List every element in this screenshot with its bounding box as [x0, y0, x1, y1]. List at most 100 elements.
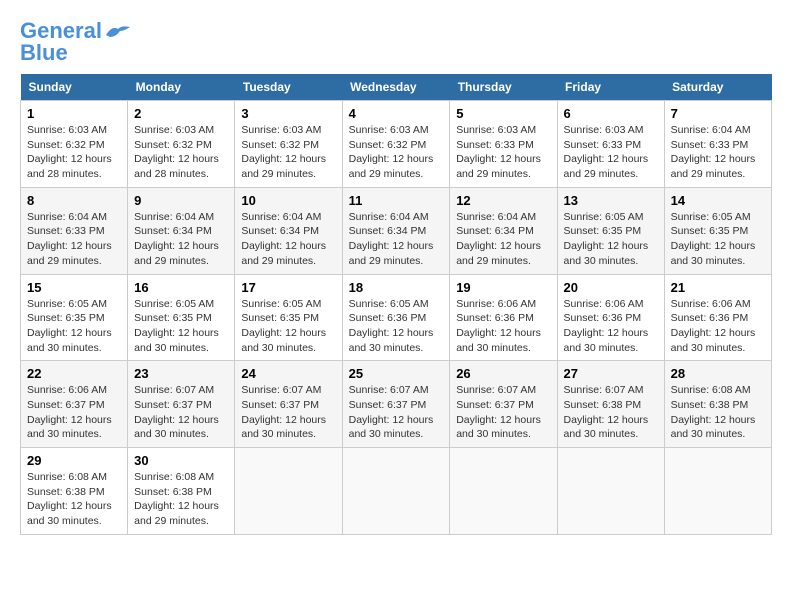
day-info: Sunrise: 6:04 AMSunset: 6:33 PMDaylight:…: [27, 210, 121, 269]
day-number: 23: [134, 366, 228, 381]
calendar-cell: 30 Sunrise: 6:08 AMSunset: 6:38 PMDayligh…: [128, 448, 235, 535]
logo: GeneralBlue: [20, 20, 132, 64]
calendar-cell: [664, 448, 771, 535]
day-number: 27: [564, 366, 658, 381]
day-number: 21: [671, 280, 765, 295]
calendar-cell: 24 Sunrise: 6:07 AMSunset: 6:37 PMDayligh…: [235, 361, 342, 448]
calendar-cell: 6Sunrise: 6:03 AMSunset: 6:33 PMDaylight…: [557, 101, 664, 188]
day-info: Sunrise: 6:05 AMSunset: 6:35 PMDaylight:…: [564, 210, 658, 269]
day-number: 22: [27, 366, 121, 381]
day-number: 10: [241, 193, 335, 208]
calendar-cell: 1 Sunrise: 6:03 AMSunset: 6:32 PMDaylight…: [21, 101, 128, 188]
calendar-cell: 19 Sunrise: 6:06 AMSunset: 6:36 PMDayligh…: [450, 274, 557, 361]
day-number: 4: [349, 106, 444, 121]
col-header-wednesday: Wednesday: [342, 74, 450, 101]
calendar-cell: 13 Sunrise: 6:05 AMSunset: 6:35 PMDayligh…: [557, 187, 664, 274]
calendar-cell: [557, 448, 664, 535]
col-header-sunday: Sunday: [21, 74, 128, 101]
day-info: Sunrise: 6:07 AMSunset: 6:37 PMDaylight:…: [349, 383, 444, 442]
day-info: Sunrise: 6:07 AMSunset: 6:37 PMDaylight:…: [134, 383, 228, 442]
day-info: Sunrise: 6:06 AMSunset: 6:36 PMDaylight:…: [456, 297, 550, 356]
day-info: Sunrise: 6:04 AMSunset: 6:34 PMDaylight:…: [349, 210, 444, 269]
calendar-cell: 15 Sunrise: 6:05 AMSunset: 6:35 PMDayligh…: [21, 274, 128, 361]
calendar-cell: 16 Sunrise: 6:05 AMSunset: 6:35 PMDayligh…: [128, 274, 235, 361]
day-number: 29: [27, 453, 121, 468]
day-info: Sunrise: 6:04 AMSunset: 6:34 PMDaylight:…: [134, 210, 228, 269]
day-info: Sunrise: 6:04 AMSunset: 6:34 PMDaylight:…: [456, 210, 550, 269]
calendar-week-row: 29 Sunrise: 6:08 AMSunset: 6:38 PMDayligh…: [21, 448, 772, 535]
day-info: Sunrise: 6:07 AMSunset: 6:38 PMDaylight:…: [564, 383, 658, 442]
day-number: 8: [27, 193, 121, 208]
day-number: 24: [241, 366, 335, 381]
day-info: Sunrise: 6:04 AMSunset: 6:33 PMDaylight:…: [671, 123, 765, 182]
calendar-cell: 25Sunrise: 6:07 AMSunset: 6:37 PMDayligh…: [342, 361, 450, 448]
day-info: Sunrise: 6:05 AMSunset: 6:36 PMDaylight:…: [349, 297, 444, 356]
calendar-cell: 10 Sunrise: 6:04 AMSunset: 6:34 PMDayligh…: [235, 187, 342, 274]
day-info: Sunrise: 6:03 AMSunset: 6:32 PMDaylight:…: [349, 123, 444, 182]
calendar-cell: [450, 448, 557, 535]
day-number: 30: [134, 453, 228, 468]
day-info: Sunrise: 6:03 AMSunset: 6:33 PMDaylight:…: [564, 123, 658, 182]
day-number: 13: [564, 193, 658, 208]
col-header-saturday: Saturday: [664, 74, 771, 101]
calendar-cell: [342, 448, 450, 535]
calendar-week-row: 1 Sunrise: 6:03 AMSunset: 6:32 PMDaylight…: [21, 101, 772, 188]
day-number: 16: [134, 280, 228, 295]
calendar-cell: [235, 448, 342, 535]
day-number: 26: [456, 366, 550, 381]
calendar-cell: 23 Sunrise: 6:07 AMSunset: 6:37 PMDayligh…: [128, 361, 235, 448]
day-info: Sunrise: 6:04 AMSunset: 6:34 PMDaylight:…: [241, 210, 335, 269]
calendar-cell: 17Sunrise: 6:05 AMSunset: 6:35 PMDayligh…: [235, 274, 342, 361]
day-number: 11: [349, 193, 444, 208]
calendar-cell: 14 Sunrise: 6:05 AMSunset: 6:35 PMDayligh…: [664, 187, 771, 274]
calendar-week-row: 22 Sunrise: 6:06 AMSunset: 6:37 PMDayligh…: [21, 361, 772, 448]
day-info: Sunrise: 6:07 AMSunset: 6:37 PMDaylight:…: [241, 383, 335, 442]
calendar-week-row: 8 Sunrise: 6:04 AMSunset: 6:33 PMDaylight…: [21, 187, 772, 274]
day-info: Sunrise: 6:03 AMSunset: 6:32 PMDaylight:…: [134, 123, 228, 182]
calendar-cell: 21 Sunrise: 6:06 AMSunset: 6:36 PMDayligh…: [664, 274, 771, 361]
calendar-week-row: 15 Sunrise: 6:05 AMSunset: 6:35 PMDayligh…: [21, 274, 772, 361]
day-info: Sunrise: 6:03 AMSunset: 6:32 PMDaylight:…: [241, 123, 335, 182]
calendar-cell: 22 Sunrise: 6:06 AMSunset: 6:37 PMDayligh…: [21, 361, 128, 448]
day-number: 14: [671, 193, 765, 208]
day-info: Sunrise: 6:06 AMSunset: 6:37 PMDaylight:…: [27, 383, 121, 442]
col-header-friday: Friday: [557, 74, 664, 101]
day-info: Sunrise: 6:08 AMSunset: 6:38 PMDaylight:…: [134, 470, 228, 529]
day-number: 1: [27, 106, 121, 121]
calendar-cell: 2 Sunrise: 6:03 AMSunset: 6:32 PMDaylight…: [128, 101, 235, 188]
calendar-table: SundayMondayTuesdayWednesdayThursdayFrid…: [20, 74, 772, 535]
day-info: Sunrise: 6:08 AMSunset: 6:38 PMDaylight:…: [27, 470, 121, 529]
calendar-cell: 29 Sunrise: 6:08 AMSunset: 6:38 PMDayligh…: [21, 448, 128, 535]
calendar-header-row: SundayMondayTuesdayWednesdayThursdayFrid…: [21, 74, 772, 101]
calendar-cell: 20Sunrise: 6:06 AMSunset: 6:36 PMDayligh…: [557, 274, 664, 361]
calendar-cell: 3 Sunrise: 6:03 AMSunset: 6:32 PMDaylight…: [235, 101, 342, 188]
calendar-cell: 28 Sunrise: 6:08 AMSunset: 6:38 PMDayligh…: [664, 361, 771, 448]
day-number: 17: [241, 280, 335, 295]
day-info: Sunrise: 6:06 AMSunset: 6:36 PMDaylight:…: [671, 297, 765, 356]
day-number: 7: [671, 106, 765, 121]
day-number: 2: [134, 106, 228, 121]
day-number: 9: [134, 193, 228, 208]
day-number: 20: [564, 280, 658, 295]
day-info: Sunrise: 6:05 AMSunset: 6:35 PMDaylight:…: [27, 297, 121, 356]
day-number: 12: [456, 193, 550, 208]
calendar-cell: 27 Sunrise: 6:07 AMSunset: 6:38 PMDayligh…: [557, 361, 664, 448]
logo-text: GeneralBlue: [20, 20, 102, 64]
calendar-cell: 9 Sunrise: 6:04 AMSunset: 6:34 PMDaylight…: [128, 187, 235, 274]
day-number: 15: [27, 280, 121, 295]
calendar-cell: 5Sunrise: 6:03 AMSunset: 6:33 PMDaylight…: [450, 101, 557, 188]
day-number: 28: [671, 366, 765, 381]
day-info: Sunrise: 6:07 AMSunset: 6:37 PMDaylight:…: [456, 383, 550, 442]
col-header-thursday: Thursday: [450, 74, 557, 101]
logo-bird-icon: [104, 23, 132, 43]
day-info: Sunrise: 6:08 AMSunset: 6:38 PMDaylight:…: [671, 383, 765, 442]
calendar-cell: 26 Sunrise: 6:07 AMSunset: 6:37 PMDayligh…: [450, 361, 557, 448]
day-info: Sunrise: 6:05 AMSunset: 6:35 PMDaylight:…: [134, 297, 228, 356]
day-info: Sunrise: 6:03 AMSunset: 6:32 PMDaylight:…: [27, 123, 121, 182]
day-number: 3: [241, 106, 335, 121]
day-number: 5: [456, 106, 550, 121]
page-header: GeneralBlue: [20, 20, 772, 64]
day-number: 19: [456, 280, 550, 295]
day-info: Sunrise: 6:05 AMSunset: 6:35 PMDaylight:…: [671, 210, 765, 269]
calendar-cell: 7 Sunrise: 6:04 AMSunset: 6:33 PMDaylight…: [664, 101, 771, 188]
